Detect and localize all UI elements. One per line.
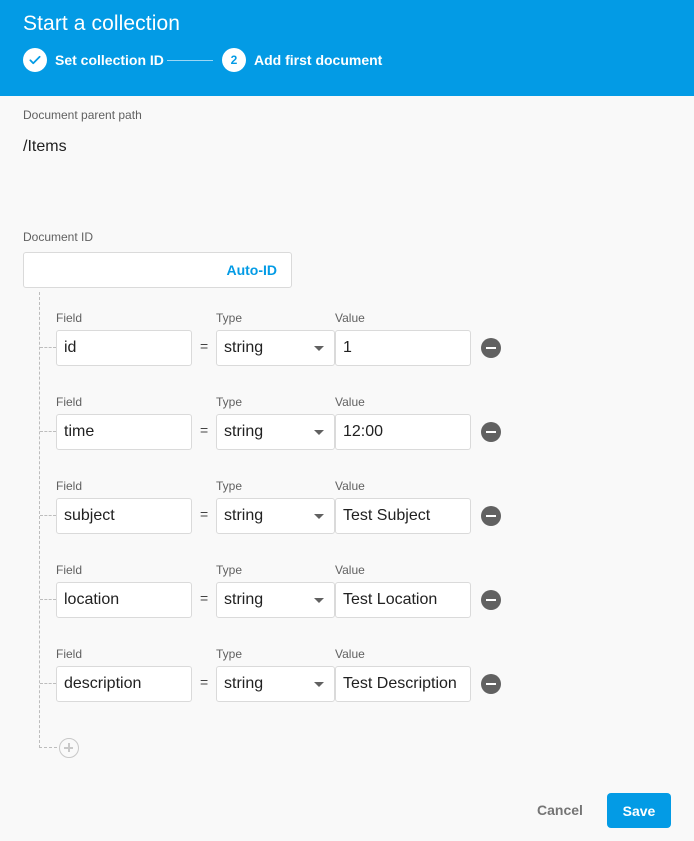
parent-path-value: /Items xyxy=(23,138,67,155)
field-row: Field Type Value time = string 12:00 xyxy=(0,395,694,479)
remove-field-icon[interactable] xyxy=(481,674,501,694)
type-select-value: string xyxy=(224,339,264,356)
tree-branch xyxy=(40,599,56,600)
value-label: Value xyxy=(335,479,365,493)
field-row: Field Type Value location = string Test … xyxy=(0,563,694,647)
field-name-input[interactable]: id xyxy=(56,330,192,366)
step-label: Add first document xyxy=(254,52,383,68)
add-field-icon[interactable] xyxy=(59,738,79,758)
type-label: Type xyxy=(216,395,243,409)
tree-branch xyxy=(39,747,57,748)
equals-sign: = xyxy=(200,422,209,438)
field-row: Field Type Value id = string 1 xyxy=(0,311,694,395)
field-value-input[interactable]: Test Description xyxy=(335,666,471,702)
field-value-input[interactable]: 1 xyxy=(335,330,471,366)
step-number: 2 xyxy=(222,48,246,72)
field-label: Field xyxy=(56,479,83,493)
field-label: Field xyxy=(56,395,83,409)
type-select-value: string xyxy=(224,591,264,608)
step-label: Set collection ID xyxy=(55,52,164,68)
equals-sign: = xyxy=(200,338,209,354)
type-select[interactable]: string xyxy=(216,414,335,450)
field-value-input[interactable]: 12:00 xyxy=(335,414,471,450)
field-name-input[interactable]: time xyxy=(56,414,192,450)
document-id-input[interactable]: Auto-ID xyxy=(23,252,292,288)
auto-id-button[interactable]: Auto-ID xyxy=(226,262,277,278)
step-divider xyxy=(167,60,213,61)
dropdown-caret-icon xyxy=(314,514,324,519)
dropdown-caret-icon xyxy=(314,598,324,603)
type-select-value: string xyxy=(224,675,264,692)
type-label: Type xyxy=(216,647,243,661)
step-complete-check-icon xyxy=(23,48,47,72)
type-select-value: string xyxy=(224,423,264,440)
save-button[interactable]: Save xyxy=(607,793,671,828)
field-value-input[interactable]: Test Location xyxy=(335,582,471,618)
step-add-first-document: 2 Add first document xyxy=(222,47,382,73)
remove-field-icon[interactable] xyxy=(481,338,501,358)
type-select[interactable]: string xyxy=(216,498,335,534)
type-label: Type xyxy=(216,311,243,325)
field-name-input[interactable]: description xyxy=(56,666,192,702)
type-select[interactable]: string xyxy=(216,582,335,618)
dropdown-caret-icon xyxy=(314,682,324,687)
dialog-title: Start a collection xyxy=(23,12,181,35)
value-label: Value xyxy=(335,563,365,577)
field-name-input[interactable]: location xyxy=(56,582,192,618)
equals-sign: = xyxy=(200,590,209,606)
type-select[interactable]: string xyxy=(216,666,335,702)
remove-field-icon[interactable] xyxy=(481,422,501,442)
field-row: Field Type Value description = string Te… xyxy=(0,647,694,731)
field-name-input[interactable]: subject xyxy=(56,498,192,534)
dropdown-caret-icon xyxy=(314,346,324,351)
tree-branch xyxy=(40,515,56,516)
field-label: Field xyxy=(56,563,83,577)
cancel-button[interactable]: Cancel xyxy=(524,793,596,827)
tree-branch xyxy=(40,683,56,684)
document-id-label: Document ID xyxy=(23,230,94,244)
dropdown-caret-icon xyxy=(314,430,324,435)
type-select-value: string xyxy=(224,507,264,524)
value-label: Value xyxy=(335,647,365,661)
type-label: Type xyxy=(216,563,243,577)
equals-sign: = xyxy=(200,506,209,522)
step-set-collection-id: Set collection ID xyxy=(23,47,164,73)
dialog-header: Start a collection Set collection ID 2 A… xyxy=(0,0,694,96)
tree-branch xyxy=(40,431,56,432)
type-select[interactable]: string xyxy=(216,330,335,366)
remove-field-icon[interactable] xyxy=(481,590,501,610)
type-label: Type xyxy=(216,479,243,493)
field-label: Field xyxy=(56,311,83,325)
value-label: Value xyxy=(335,311,365,325)
field-value-input[interactable]: Test Subject xyxy=(335,498,471,534)
field-label: Field xyxy=(56,647,83,661)
remove-field-icon[interactable] xyxy=(481,506,501,526)
value-label: Value xyxy=(335,395,365,409)
equals-sign: = xyxy=(200,674,209,690)
tree-branch xyxy=(40,347,56,348)
field-row: Field Type Value subject = string Test S… xyxy=(0,479,694,563)
parent-path-label: Document parent path xyxy=(23,108,142,122)
